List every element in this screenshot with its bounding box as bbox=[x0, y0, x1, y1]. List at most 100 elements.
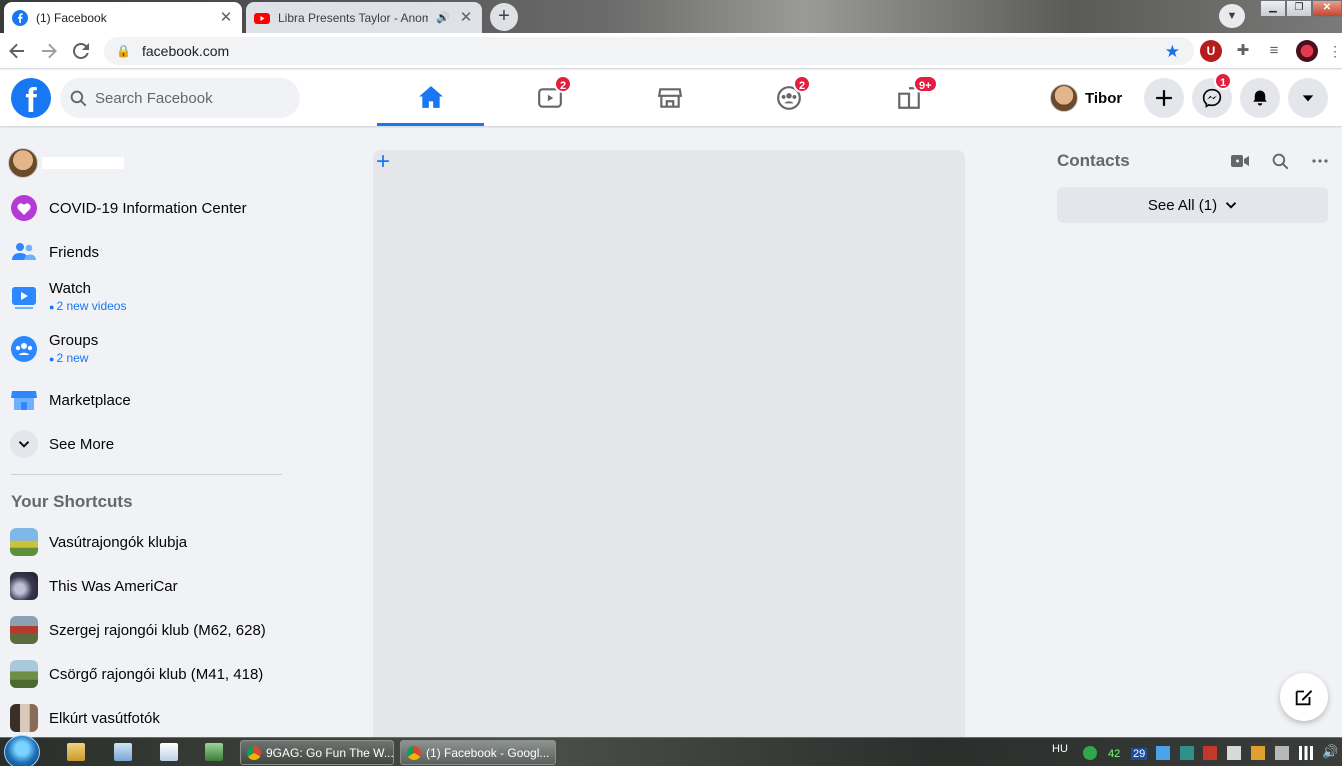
new-room-video-icon[interactable] bbox=[1229, 150, 1251, 172]
chevron-down-icon bbox=[1225, 202, 1237, 209]
close-window-button[interactable]: ✕ bbox=[1312, 0, 1342, 17]
ublock-extension-icon[interactable]: U bbox=[1200, 40, 1222, 62]
sidebar-item-groups[interactable]: Groups 2 new bbox=[8, 332, 288, 365]
shortcut-item[interactable]: Szergej rajongói klub (M62, 628) bbox=[8, 614, 288, 646]
facebook-header: f 2 2 9+ Tibor 1 bbox=[0, 70, 1342, 126]
browser-toolbar: 🔒 facebook.com ★ U ✚ ≡ ⋮ bbox=[0, 33, 1342, 69]
browser-menu-icon[interactable]: ⋮ bbox=[1328, 40, 1342, 62]
device-icon[interactable] bbox=[1180, 746, 1194, 760]
shortcut-item[interactable]: Elkúrt vasútfotók bbox=[8, 702, 288, 734]
create-button[interactable] bbox=[1144, 78, 1184, 118]
tab-watch[interactable]: 2 bbox=[496, 70, 603, 126]
create-story-plus-icon[interactable]: + bbox=[376, 150, 390, 174]
lock-icon[interactable]: 🔒 bbox=[116, 44, 132, 58]
app-tray-icon[interactable] bbox=[1251, 746, 1265, 760]
gaming-badge: 9+ bbox=[913, 75, 938, 93]
group-thumbnail bbox=[10, 528, 38, 556]
more-options-icon[interactable] bbox=[1309, 150, 1331, 172]
audio-playing-icon[interactable]: 🔊 bbox=[436, 11, 450, 24]
taskbar-item-facebook[interactable]: (1) Facebook - Googl... bbox=[400, 740, 556, 765]
tab-search-icon[interactable]: ▼ bbox=[1219, 4, 1245, 28]
groups-badge: 2 bbox=[793, 75, 812, 93]
caret-down-icon bbox=[1302, 95, 1314, 102]
new-tab-button[interactable]: + bbox=[490, 3, 518, 31]
action-center-icon[interactable] bbox=[1227, 746, 1241, 760]
windows-taskbar: 9GAG: Go Fun The W... (1) Facebook - Goo… bbox=[0, 735, 1342, 766]
tab-facebook[interactable]: (1) Facebook ✕ bbox=[4, 2, 242, 33]
search-input[interactable] bbox=[95, 89, 275, 107]
address-bar[interactable]: 🔒 facebook.com ★ bbox=[104, 37, 1194, 65]
start-button[interactable] bbox=[4, 735, 40, 766]
sidebar-item-watch[interactable]: Watch 2 new videos bbox=[8, 280, 288, 313]
notifications-button[interactable] bbox=[1240, 78, 1280, 118]
groups-icon bbox=[8, 333, 40, 365]
avatar bbox=[1050, 84, 1078, 112]
shortcut-item[interactable]: Vasútrajongók klubja bbox=[8, 526, 288, 558]
avatar bbox=[8, 148, 38, 178]
tab-youtube[interactable]: Libra Presents Taylor - Anom 🔊 ✕ bbox=[246, 2, 482, 33]
tray-counter-b[interactable]: 29 bbox=[1131, 748, 1148, 760]
messenger-button[interactable]: 1 bbox=[1192, 72, 1233, 118]
bookmark-star-icon[interactable]: ★ bbox=[1165, 42, 1180, 62]
group-thumbnail bbox=[10, 616, 38, 644]
tab-groups[interactable]: 2 bbox=[735, 70, 842, 126]
contacts-title: Contacts bbox=[1057, 151, 1130, 170]
profile-button[interactable]: Tibor bbox=[1050, 82, 1122, 114]
redacted-name bbox=[42, 157, 124, 169]
shortcut-item[interactable]: Csörgő rajongói klub (M41, 418) bbox=[8, 658, 288, 690]
maximize-button[interactable]: ❐ bbox=[1286, 0, 1312, 17]
explorer-icon[interactable] bbox=[67, 743, 85, 761]
url-text: facebook.com bbox=[142, 43, 230, 59]
sidebar-item-label: Marketplace bbox=[49, 391, 131, 409]
covid-heart-icon bbox=[8, 192, 40, 224]
shortcut-label: Szergej rajongói klub (M62, 628) bbox=[49, 621, 266, 639]
taskbar-item-9gag[interactable]: 9GAG: Go Fun The W... bbox=[240, 740, 394, 765]
chrome-icon bbox=[247, 745, 261, 760]
group-thumbnail bbox=[10, 704, 38, 732]
sidebar-item-label: COVID-19 Information Center bbox=[49, 199, 247, 217]
close-tab-icon[interactable]: ✕ bbox=[458, 9, 474, 26]
facebook-logo-icon[interactable]: f bbox=[11, 78, 51, 118]
reload-icon[interactable] bbox=[67, 37, 95, 65]
close-tab-icon[interactable]: ✕ bbox=[218, 9, 234, 26]
forward-icon[interactable] bbox=[35, 37, 63, 65]
sidebar-item-marketplace[interactable]: Marketplace bbox=[8, 384, 288, 416]
friends-icon bbox=[8, 236, 40, 268]
media-control-icon[interactable]: ≡ bbox=[1263, 40, 1285, 62]
sidebar-item-covid[interactable]: COVID-19 Information Center bbox=[8, 192, 288, 224]
signal-icon[interactable] bbox=[1299, 746, 1313, 760]
facebook-icon bbox=[12, 9, 28, 26]
new-message-button[interactable] bbox=[1280, 673, 1328, 721]
volume-icon[interactable]: 🔊 bbox=[1322, 744, 1338, 760]
account-menu-button[interactable] bbox=[1288, 78, 1328, 118]
see-all-contacts-button[interactable]: See All (1) bbox=[1057, 187, 1328, 223]
tab-gaming[interactable]: 9+ bbox=[855, 70, 962, 126]
tray-counter-a[interactable]: 42 bbox=[1108, 748, 1120, 760]
shortcut-item[interactable]: This Was AmeriCar bbox=[8, 570, 288, 602]
taskbar-item-label: (1) Facebook - Googl... bbox=[426, 745, 550, 760]
torrent-icon[interactable] bbox=[1083, 746, 1097, 760]
document-icon[interactable] bbox=[160, 743, 178, 761]
tab-marketplace[interactable] bbox=[616, 70, 723, 126]
home-icon bbox=[418, 85, 443, 108]
window-controls: ▁ ❐ ✕ bbox=[1260, 0, 1342, 17]
tab-home[interactable] bbox=[377, 70, 484, 126]
search-contacts-icon[interactable] bbox=[1269, 150, 1291, 172]
back-icon[interactable] bbox=[3, 37, 31, 65]
profile-avatar-icon[interactable] bbox=[1296, 40, 1318, 62]
notepad-icon[interactable] bbox=[114, 743, 132, 761]
messenger-icon bbox=[1202, 88, 1222, 108]
sidebar-item-label: Groups bbox=[49, 332, 99, 349]
marketplace-icon bbox=[8, 384, 40, 416]
minimize-button[interactable]: ▁ bbox=[1260, 0, 1286, 17]
sidebar-item-profile[interactable] bbox=[8, 148, 288, 178]
security-icon[interactable] bbox=[1203, 746, 1217, 760]
search-box[interactable] bbox=[60, 78, 300, 118]
extensions-puzzle-icon[interactable]: ✚ bbox=[1232, 40, 1254, 62]
see-more-button[interactable]: See More bbox=[8, 428, 288, 460]
sidebar-item-friends[interactable]: Friends bbox=[8, 236, 288, 268]
task-manager-icon[interactable] bbox=[205, 743, 223, 761]
language-indicator[interactable]: HU bbox=[1052, 743, 1068, 755]
network-icon[interactable] bbox=[1156, 746, 1170, 760]
usb-icon[interactable] bbox=[1275, 746, 1289, 760]
